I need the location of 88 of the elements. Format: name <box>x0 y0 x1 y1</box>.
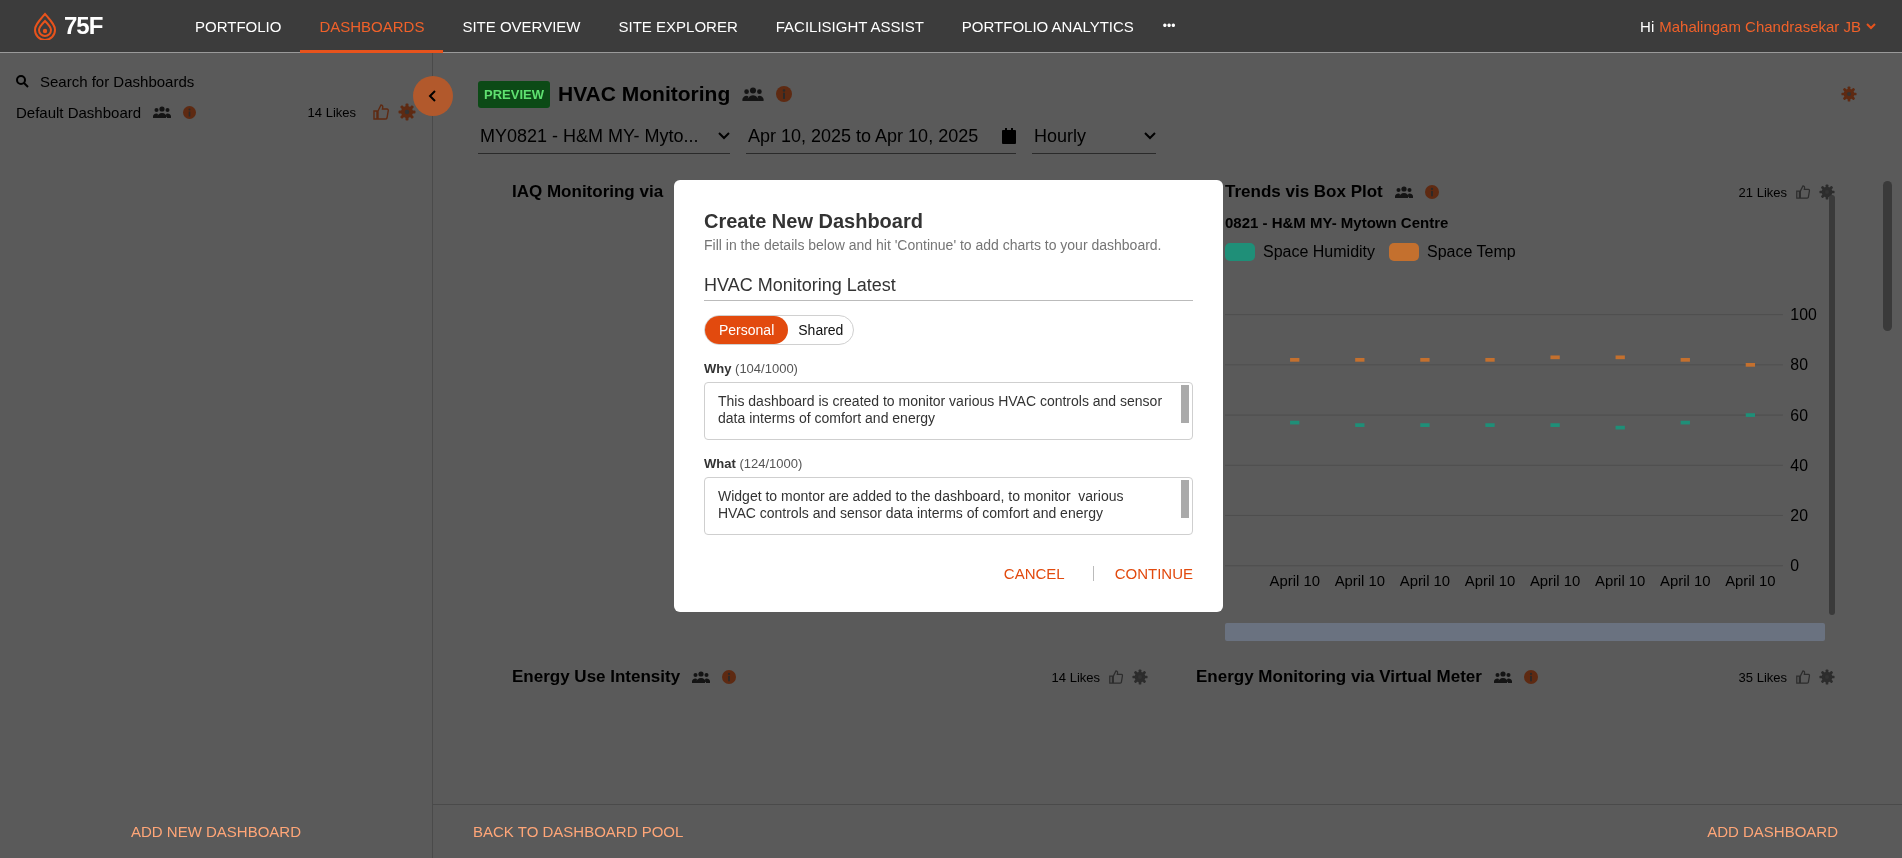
axis-label: April 10 <box>1464 573 1516 590</box>
continue-button[interactable]: CONTINUE <box>1114 565 1193 582</box>
site-name: 0821 - H&M MY- Mytown Centre <box>1225 214 1450 231</box>
add-new-dashboard-link[interactable]: ADD NEW DASHBOARD <box>131 823 301 840</box>
users-icon <box>153 106 172 118</box>
axis-label: April 10 <box>1660 573 1711 590</box>
axis-label: April 10 <box>1399 573 1451 590</box>
info-icon[interactable] <box>183 105 197 119</box>
axis-label: 40 <box>1790 456 1808 474</box>
text-area[interactable]: This dashboard is created to monitor various HVAC controls and sensor data interms of comfort and energy <box>704 382 1193 440</box>
dashboard-name-field[interactable]: HVAC Monitoring Latest <box>704 275 1193 301</box>
nav-tab[interactable]: PORTFOLIO <box>176 0 301 53</box>
dialog-subtitle: Fill in the details below and hit 'Continue' to add charts to your dashboard. <box>704 237 1163 253</box>
field-label: Why (104/1000) <box>704 361 799 376</box>
search-icon <box>16 74 29 88</box>
nav-tab[interactable]: PORTFOLIO ANALYTICS <box>942 0 1153 53</box>
user-menu[interactable]: Mahalingam Chandrasekar JB <box>1659 17 1861 35</box>
legend-label[interactable]: Space Humidity <box>1263 243 1376 261</box>
widget-title: Energy Use Intensity <box>512 667 681 687</box>
dialog-title: Create New Dashboard <box>704 210 924 233</box>
nav-tab[interactable]: SITE OVERVIEW <box>443 0 600 53</box>
gear-icon[interactable] <box>1819 184 1835 200</box>
nav-tab[interactable]: DASHBOARDS <box>300 0 444 53</box>
chart-scrollbar[interactable] <box>1829 195 1835 615</box>
nav-tab[interactable]: FACILISIGHT ASSIST <box>756 0 943 53</box>
add-dashboard-link[interactable]: ADD DASHBOARD <box>1707 823 1838 840</box>
legend-swatch[interactable] <box>1225 243 1255 261</box>
axis-label: April 10 <box>1334 573 1386 590</box>
axis-label: April 10 <box>1529 573 1581 590</box>
gear-icon[interactable] <box>1819 669 1835 685</box>
interval-dropdown[interactable]: Hourly <box>1032 119 1156 154</box>
users-icon <box>1394 186 1413 198</box>
legend-swatch[interactable] <box>1389 243 1420 261</box>
axis-label: 60 <box>1790 406 1808 424</box>
info-icon[interactable] <box>1424 185 1439 199</box>
page-scrollbar[interactable] <box>1883 181 1892 331</box>
gear-icon[interactable] <box>398 103 416 121</box>
axis-label: 20 <box>1790 507 1808 525</box>
nav-tab[interactable]: SITE EXPLORER <box>599 0 757 53</box>
widget-title: Energy Monitoring via Virtual Meter <box>1196 667 1482 687</box>
axis-label: April 10 <box>1725 573 1776 590</box>
preview-badge: PREVIEW <box>478 80 550 108</box>
text-area[interactable]: Widget to montor are added to the dashboard, to monitor various HVAC controls and sensor data interms of comfort and energy <box>704 477 1193 535</box>
axis-label: April 10 <box>1269 573 1320 590</box>
dashboard-name: Default Dashboard <box>16 103 142 121</box>
date-range-field[interactable]: Apr 10, 2025 to Apr 10, 2025 <box>746 119 1016 154</box>
site-dropdown[interactable]: MY0821 - H&M MY- Myto... <box>478 119 730 154</box>
collapse-button[interactable] <box>413 76 453 116</box>
visibility-option[interactable]: Personal <box>705 316 789 344</box>
widget-title: Trends vis Box Plot <box>1225 182 1383 202</box>
thumbs-up-icon[interactable] <box>1795 669 1811 685</box>
likes-count: 14 Likes <box>307 104 356 120</box>
likes-count: 14 Likes <box>1051 669 1100 685</box>
chevron-down-icon <box>1144 132 1156 140</box>
back-link[interactable]: BACK TO DASHBOARD POOL <box>473 823 684 840</box>
axis-label: 80 <box>1790 356 1808 374</box>
info-icon[interactable] <box>1523 670 1538 684</box>
axis-label: 100 <box>1790 306 1817 324</box>
axis-label: 0 <box>1790 557 1800 575</box>
more-button[interactable]: ••• <box>1152 0 1186 53</box>
dashboard-title: HVAC Monitoring <box>557 82 731 106</box>
chevron-down-icon <box>718 132 730 140</box>
visibility-option[interactable]: Shared <box>788 316 854 344</box>
gear-icon[interactable] <box>1132 669 1148 685</box>
field-label: What (124/1000) <box>704 456 804 471</box>
thumbs-up-icon[interactable] <box>372 103 390 121</box>
thumbs-up-icon[interactable] <box>1108 669 1124 685</box>
settings-icon[interactable] <box>1841 86 1857 102</box>
chevron-down-icon[interactable] <box>1866 22 1876 30</box>
users-icon <box>742 87 765 101</box>
likes-count: 21 Likes <box>1738 184 1787 200</box>
widget-title: IAQ Monitoring via <box>512 182 664 202</box>
chevron-left-icon <box>428 90 438 102</box>
cancel-button[interactable]: CANCEL <box>1003 565 1065 582</box>
search-field[interactable]: Search for Dashboards <box>38 71 416 91</box>
info-icon[interactable] <box>722 670 737 684</box>
users-icon <box>1493 671 1512 683</box>
calendar-icon <box>1002 128 1016 144</box>
info-icon[interactable] <box>776 86 793 102</box>
axis-label: April 10 <box>1595 573 1646 590</box>
likes-count: 35 Likes <box>1738 669 1787 685</box>
logo-text: 75F <box>64 12 103 40</box>
dashboard-list-item[interactable]: Default Dashboard 14 Likes <box>16 99 416 125</box>
legend-label[interactable]: Space Temp <box>1427 243 1516 261</box>
logo-icon <box>32 12 58 40</box>
thumbs-up-icon[interactable] <box>1795 184 1811 200</box>
greeting: Hi <box>1640 17 1655 35</box>
users-icon <box>692 671 711 683</box>
